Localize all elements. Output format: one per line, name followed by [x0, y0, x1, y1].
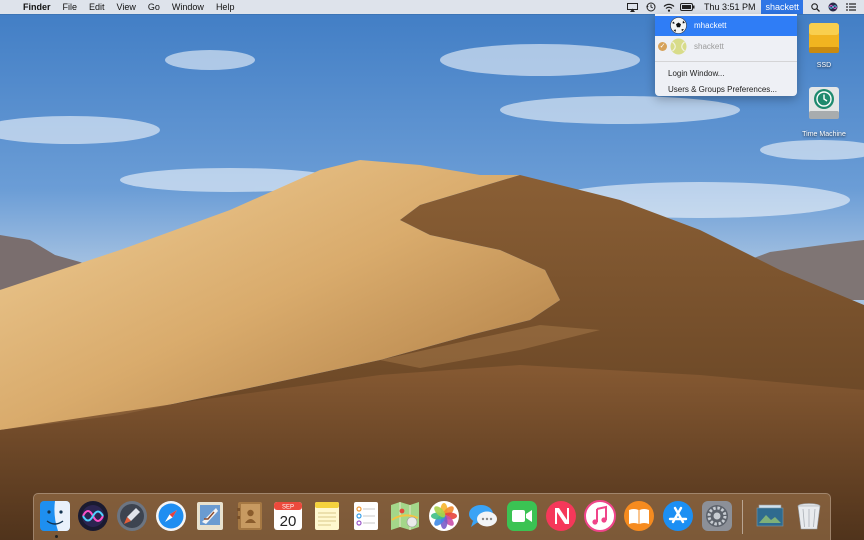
desktop-icon-ssd[interactable]: SSD — [794, 19, 854, 69]
trash-icon — [797, 503, 821, 530]
dock-facetime[interactable] — [506, 500, 538, 532]
logged-in-check-icon: ✓ — [658, 42, 667, 51]
menu-bar: Finder File Edit View Go Window Help Thu… — [0, 0, 864, 14]
external-drive-icon — [809, 23, 839, 53]
menu-go[interactable]: Go — [142, 0, 166, 14]
time-machine-drive-icon — [809, 87, 839, 119]
system-preferences-icon — [702, 501, 732, 531]
user-name: mhackett — [694, 21, 727, 30]
dock-itunes[interactable] — [584, 500, 616, 532]
airplay-icon[interactable] — [624, 0, 642, 14]
dock-divider — [742, 500, 743, 534]
status-area: Thu 3:51 PM shackett — [624, 0, 864, 14]
mail-icon — [197, 502, 223, 530]
facetime-icon — [507, 501, 537, 531]
itunes-icon — [584, 500, 616, 532]
launchpad-icon — [117, 501, 147, 531]
finder-running-indicator — [55, 535, 58, 538]
desktop-icon-label: Time Machine — [802, 131, 846, 138]
dock-safari[interactable] — [155, 500, 187, 532]
menu-view[interactable]: View — [111, 0, 142, 14]
reminders-icon — [354, 502, 378, 530]
siri-icon — [78, 501, 108, 531]
user-row-mhackett[interactable]: mhackett — [655, 16, 797, 36]
dock-calendar[interactable]: SEP 20 — [272, 500, 304, 532]
users-groups-preferences-item[interactable]: Users & Groups Preferences... — [655, 82, 797, 98]
messages-icon — [469, 505, 497, 527]
soccer-ball-avatar-icon — [670, 17, 687, 34]
user-row-shackett[interactable]: ✓ shackett — [655, 37, 797, 57]
siri-icon[interactable] — [824, 0, 842, 14]
safari-icon — [156, 501, 186, 531]
dock-photos[interactable] — [428, 500, 460, 532]
dock-trash[interactable] — [793, 500, 825, 532]
desktop-icon-label: SSD — [816, 62, 832, 69]
fast-user-switching-menu[interactable]: shackett — [761, 0, 803, 14]
dock-siri[interactable] — [77, 500, 109, 532]
menu-file[interactable]: File — [57, 0, 84, 14]
dock-messages[interactable] — [467, 500, 499, 532]
maps-icon — [391, 502, 419, 530]
finder-icon — [40, 501, 70, 531]
dock-finder[interactable] — [39, 500, 71, 532]
menu-separator — [655, 61, 797, 62]
notification-center-icon[interactable] — [842, 0, 860, 14]
menu-edit[interactable]: Edit — [83, 0, 111, 14]
dock-maps[interactable] — [389, 500, 421, 532]
dock-news[interactable] — [545, 500, 577, 532]
app-menu-finder[interactable]: Finder — [17, 0, 57, 14]
apple-menu-icon[interactable] — [0, 0, 17, 14]
desktop-icon-time-machine[interactable]: Time Machine — [794, 85, 854, 138]
photos-icon — [429, 501, 459, 531]
calendar-month: SEP — [282, 505, 294, 511]
spotlight-icon[interactable] — [806, 0, 824, 14]
dock-reminders[interactable] — [350, 500, 382, 532]
dock-ibooks[interactable] — [623, 500, 655, 532]
ibooks-icon — [624, 501, 654, 531]
battery-icon[interactable] — [678, 0, 698, 14]
news-icon — [546, 501, 576, 531]
app-store-icon — [663, 501, 693, 531]
dock-mail[interactable] — [194, 500, 226, 532]
tennis-ball-avatar-icon — [670, 38, 687, 55]
user-switch-menu: mhackett ✓ shackett Login Window... User… — [655, 14, 797, 96]
dock-launchpad[interactable] — [116, 500, 148, 532]
calendar-day: 20 — [280, 513, 297, 530]
dock-notes[interactable] — [311, 500, 343, 532]
user-name: shackett — [694, 42, 724, 51]
wifi-icon[interactable] — [660, 0, 678, 14]
dock-downloads-stack[interactable] — [754, 500, 786, 532]
downloads-stack-icon — [756, 504, 784, 527]
login-window-item[interactable]: Login Window... — [655, 66, 797, 82]
notes-icon — [315, 502, 339, 530]
dock: SEP 20 — [33, 493, 831, 540]
time-machine-icon[interactable] — [642, 0, 660, 14]
menu-window[interactable]: Window — [166, 0, 210, 14]
dock-system-preferences[interactable] — [701, 500, 733, 532]
dock-contacts[interactable] — [233, 500, 265, 532]
clock[interactable]: Thu 3:51 PM — [698, 0, 762, 14]
dock-app-store[interactable] — [662, 500, 694, 532]
menu-help[interactable]: Help — [210, 0, 241, 14]
contacts-icon — [237, 502, 262, 530]
calendar-icon: SEP 20 — [274, 502, 302, 530]
